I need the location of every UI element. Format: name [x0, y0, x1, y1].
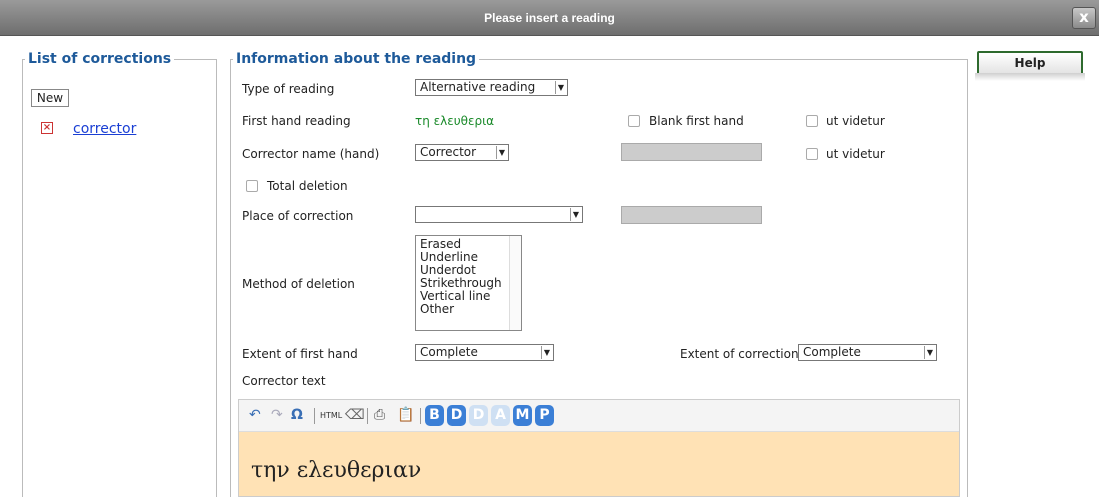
new-correction-button[interactable]: New — [31, 89, 69, 107]
extent-first-hand-value: Complete — [420, 345, 478, 359]
corrector-name-select[interactable]: Corrector ▼ — [415, 144, 509, 161]
place-of-correction-input[interactable] — [621, 206, 762, 224]
listbox-option[interactable]: Other — [420, 303, 521, 316]
total-deletion-checkbox[interactable] — [246, 180, 258, 192]
eraser-icon[interactable]: ⌫ — [345, 407, 365, 423]
extent-first-hand-label: Extent of first hand — [242, 347, 358, 361]
corrections-list-panel: List of corrections New × corrector — [22, 51, 217, 497]
chevron-down-icon: ▼ — [496, 146, 507, 159]
type-of-reading-select[interactable]: Alternative reading ▼ — [415, 79, 568, 96]
corrections-legend: List of corrections — [28, 51, 172, 67]
extent-correction-label: Extent of correction — [680, 347, 799, 361]
format-a-button[interactable]: A — [491, 405, 510, 426]
format-b-button[interactable]: B — [425, 405, 444, 426]
print-icon[interactable]: ⎙ — [374, 407, 385, 423]
corrector-name-label: Corrector name (hand) — [242, 147, 380, 161]
total-deletion-label: Total deletion — [267, 179, 348, 193]
ut-videtur-checkbox-2[interactable] — [806, 148, 818, 160]
window-title: Please insert a reading — [484, 11, 615, 25]
help-button[interactable]: Help — [977, 51, 1083, 75]
toolbar-separator — [314, 408, 315, 424]
format-m-button[interactable]: M — [513, 405, 532, 426]
chevron-down-icon: ▼ — [924, 346, 935, 359]
first-hand-value: τη ελευθερια — [415, 114, 495, 128]
special-char-icon[interactable]: Ω — [291, 407, 303, 423]
extent-correction-value: Complete — [803, 345, 861, 359]
ut-videtur-label-2: ut videtur — [826, 147, 885, 161]
format-d-button[interactable]: D — [447, 405, 466, 426]
corrector-text-value: την ελευθεριαν — [251, 458, 422, 483]
dialog-content: List of corrections New × corrector Info… — [0, 37, 1099, 497]
window-titlebar: Please insert a reading x — [0, 0, 1099, 36]
ut-videtur-checkbox-1[interactable] — [806, 115, 818, 127]
corrector-text-label: Corrector text — [242, 374, 326, 388]
chevron-down-icon: ▼ — [570, 208, 581, 221]
listbox-scrollbar[interactable] — [509, 236, 521, 330]
first-hand-label: First hand reading — [242, 114, 351, 128]
blank-first-hand-checkbox[interactable] — [628, 115, 640, 127]
undo-icon[interactable]: ↶ — [249, 407, 261, 423]
corrector-text-editor: ↶ ↷ Ω HTML ⌫ ⎙ 📋 B D D A M P την ελευθερ… — [238, 399, 960, 497]
reading-info-legend: Information about the reading — [236, 51, 477, 67]
format-d2-button[interactable]: D — [469, 405, 488, 426]
type-of-reading-value: Alternative reading — [420, 80, 536, 94]
html-source-icon[interactable]: HTML — [320, 411, 342, 420]
redo-icon[interactable]: ↷ — [271, 407, 283, 423]
corrector-name-value: Corrector — [420, 145, 477, 159]
ut-videtur-label-1: ut videtur — [826, 114, 885, 128]
method-of-deletion-listbox[interactable]: Erased Underline Underdot Strikethrough … — [415, 235, 522, 331]
toolbar-separator — [420, 408, 421, 424]
paste-icon[interactable]: 📋 — [397, 407, 414, 423]
close-button[interactable]: x — [1072, 7, 1096, 29]
extent-correction-select[interactable]: Complete ▼ — [798, 344, 937, 361]
method-of-deletion-label: Method of deletion — [242, 277, 355, 291]
correction-link[interactable]: corrector — [73, 121, 136, 137]
blank-first-hand-label: Blank first hand — [649, 114, 744, 128]
corrector-hand-input[interactable] — [621, 143, 762, 161]
editor-toolbar: ↶ ↷ Ω HTML ⌫ ⎙ 📋 B D D A M P — [239, 400, 959, 432]
toolbar-separator — [367, 408, 368, 424]
place-of-correction-select[interactable]: ▼ — [415, 206, 583, 223]
editor-text-area[interactable]: την ελευθεριαν — [239, 432, 959, 496]
chevron-down-icon: ▼ — [541, 346, 552, 359]
place-of-correction-label: Place of correction — [242, 209, 354, 223]
chevron-down-icon: ▼ — [555, 81, 566, 94]
delete-correction-icon[interactable]: × — [41, 122, 53, 134]
format-p-button[interactable]: P — [535, 405, 554, 426]
type-of-reading-label: Type of reading — [242, 82, 335, 96]
help-button-shadow — [975, 73, 1085, 81]
extent-first-hand-select[interactable]: Complete ▼ — [415, 344, 554, 361]
